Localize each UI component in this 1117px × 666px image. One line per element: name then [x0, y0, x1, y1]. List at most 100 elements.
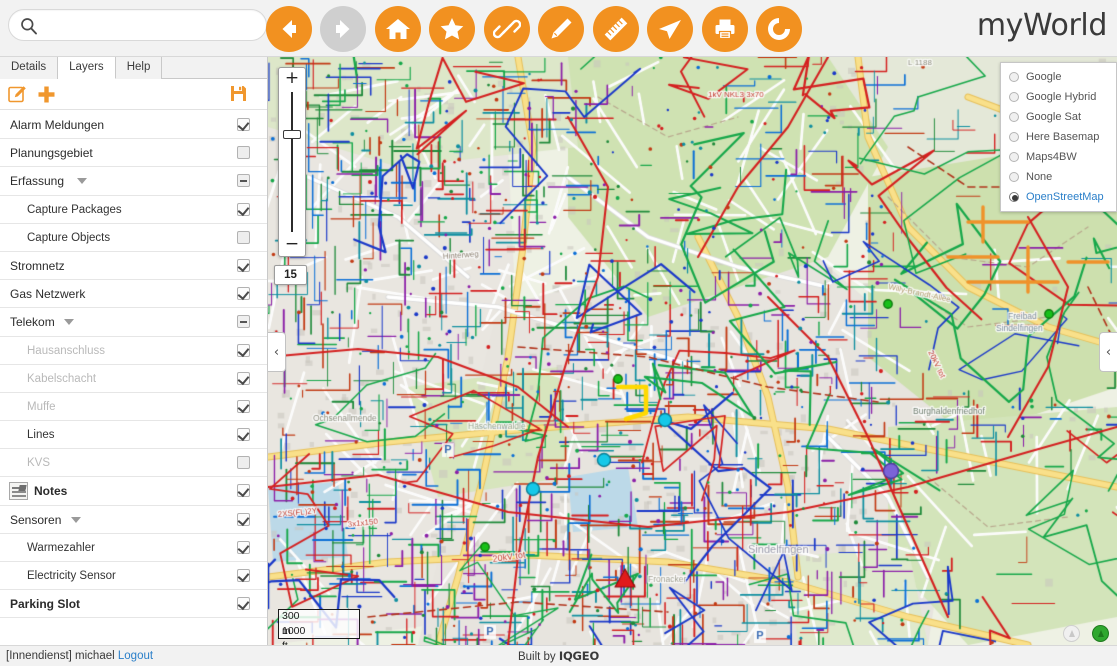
layer-visibility-checkbox[interactable] [237, 315, 250, 329]
map-viewport[interactable]: + − 15 Google Google Hybrid Google Sat Here… [268, 57, 1117, 645]
layer-row[interactable]: Capture Packages [0, 195, 267, 224]
basemap-label: Google [1026, 71, 1062, 83]
layer-row[interactable]: Planungsgebiet [0, 139, 267, 168]
gps-status-icon[interactable] [1062, 625, 1080, 643]
link-button[interactable] [483, 6, 530, 52]
layer-row[interactable]: Gas Netzwerk [0, 280, 267, 309]
home-button[interactable] [374, 6, 421, 52]
basemap-option[interactable]: Google Hybrid [1001, 87, 1116, 107]
edit-layers-icon[interactable] [8, 85, 27, 109]
zoom-slider-track[interactable] [283, 92, 301, 232]
refresh-button[interactable] [756, 6, 803, 52]
basemap-selector[interactable]: Google Google Hybrid Google Sat Here Basema… [1000, 62, 1117, 212]
radio-icon[interactable] [1009, 132, 1019, 142]
forward-button[interactable] [320, 6, 367, 52]
layer-visibility-checkbox[interactable] [237, 118, 250, 131]
print-button[interactable] [701, 6, 748, 52]
basemap-label: Google Hybrid [1026, 91, 1097, 103]
layer-row[interactable]: Erfassung [0, 167, 267, 196]
layer-visibility-checkbox[interactable] [237, 258, 250, 272]
layer-label: Sensoren [10, 512, 62, 527]
layer-label: Kabelschacht [27, 372, 97, 385]
layer-row[interactable]: Sensoren [0, 505, 267, 534]
layer-visibility-checkbox[interactable] [237, 146, 250, 160]
layer-visibility-checkbox[interactable] [237, 399, 250, 413]
built-by-label: Built by [517, 651, 556, 663]
radio-icon[interactable] [1009, 172, 1019, 182]
basemap-option[interactable]: Here Basemap [1001, 127, 1116, 147]
scale-imperial-label: 1000 ft [282, 625, 306, 645]
layer-visibility-checkbox[interactable] [237, 230, 250, 244]
basemap-label: Maps4BW [1026, 151, 1077, 163]
edit-pencil-button[interactable] [538, 6, 585, 52]
radio-icon[interactable] [1009, 72, 1019, 82]
layer-label: Erfassung [10, 174, 65, 189]
layer-visibility-checkbox[interactable] [237, 343, 250, 357]
paper-plane-button[interactable] [647, 6, 694, 52]
layer-visibility-checkbox[interactable] [237, 484, 250, 498]
basemap-label: Here Basemap [1026, 131, 1100, 143]
layer-row[interactable]: Hausanschluss [0, 336, 267, 365]
radio-icon[interactable] [1009, 192, 1019, 202]
basemap-option[interactable]: Google [1001, 67, 1116, 87]
chevron-down-icon[interactable] [77, 178, 88, 185]
zoom-out-button[interactable]: − [279, 234, 305, 256]
layer-visibility-checkbox[interactable] [237, 569, 250, 582]
basemap-option[interactable]: OpenStreetMap [1001, 187, 1116, 207]
back-button[interactable] [266, 6, 312, 52]
layer-list[interactable]: Alarm Meldungen Planungsgebiet Erfassung Ca… [0, 111, 267, 645]
chevron-down-icon[interactable] [70, 516, 81, 523]
basemap-option[interactable]: Google Sat [1001, 107, 1116, 127]
map-canvas[interactable] [268, 57, 1117, 645]
basemap-option[interactable]: None [1001, 167, 1116, 187]
app-brand: myWorld [976, 8, 1108, 43]
connection-status-icon[interactable] [1092, 625, 1109, 643]
layer-row[interactable]: Electricity Sensor [0, 562, 267, 591]
layer-row[interactable]: Kabelschacht [0, 364, 267, 393]
layer-visibility-checkbox[interactable] [237, 202, 250, 216]
radio-icon[interactable] [1009, 92, 1019, 102]
radio-icon[interactable] [1009, 152, 1019, 162]
layer-label: KVS [27, 457, 51, 470]
zoom-slider-thumb[interactable] [283, 130, 301, 139]
layer-row[interactable]: KVS [0, 449, 267, 478]
layer-row[interactable]: Telekom [0, 308, 267, 337]
layer-visibility-checkbox[interactable] [237, 371, 250, 385]
layer-row[interactable]: Stromnetz [0, 251, 267, 281]
layer-label: Gas Netzwerk [10, 287, 86, 302]
save-layers-icon[interactable] [230, 85, 247, 107]
layer-visibility-checkbox[interactable] [237, 512, 250, 526]
layer-row[interactable]: Alarm Meldungen [0, 111, 267, 140]
layer-visibility-checkbox[interactable] [237, 428, 250, 442]
collapse-left-panel-button[interactable]: ‹ [268, 332, 286, 372]
bookmark-button[interactable] [429, 6, 476, 52]
layer-visibility-checkbox[interactable] [237, 597, 250, 611]
tab-details[interactable]: Details [0, 57, 59, 79]
zoom-control[interactable]: + − [278, 67, 306, 257]
zoom-in-button[interactable]: + [279, 68, 305, 90]
layer-visibility-checkbox[interactable] [237, 540, 250, 554]
layer-visibility-checkbox[interactable] [237, 287, 250, 301]
layer-row[interactable]: Capture Objects [0, 223, 267, 252]
layer-row[interactable]: Notes [0, 477, 267, 506]
basemap-option[interactable]: Maps4BW [1001, 147, 1116, 167]
search-box[interactable] [8, 9, 267, 41]
layer-visibility-checkbox[interactable] [237, 174, 250, 188]
measure-ruler-button[interactable] [592, 6, 639, 52]
layer-label: Stromnetz [10, 258, 65, 273]
collapse-right-panel-button[interactable]: ‹ [1099, 332, 1117, 372]
radio-icon[interactable] [1009, 112, 1019, 122]
chevron-down-icon[interactable] [64, 319, 75, 326]
toolbar-button-group [266, 6, 806, 52]
layer-row[interactable]: Muffe [0, 392, 267, 422]
top-toolbar: myWorld [0, 0, 1117, 57]
search-input[interactable] [45, 10, 260, 40]
tab-layers[interactable]: Layers [58, 57, 116, 79]
layer-row[interactable]: Parking Slot [0, 590, 267, 619]
layer-row[interactable]: Lines [0, 421, 267, 450]
layer-row[interactable]: Warmezahler [0, 533, 267, 562]
add-layer-icon[interactable] [37, 85, 56, 109]
layer-visibility-checkbox[interactable] [237, 456, 250, 470]
basemap-label: Google Sat [1026, 111, 1082, 123]
tab-help[interactable]: Help [115, 57, 163, 79]
